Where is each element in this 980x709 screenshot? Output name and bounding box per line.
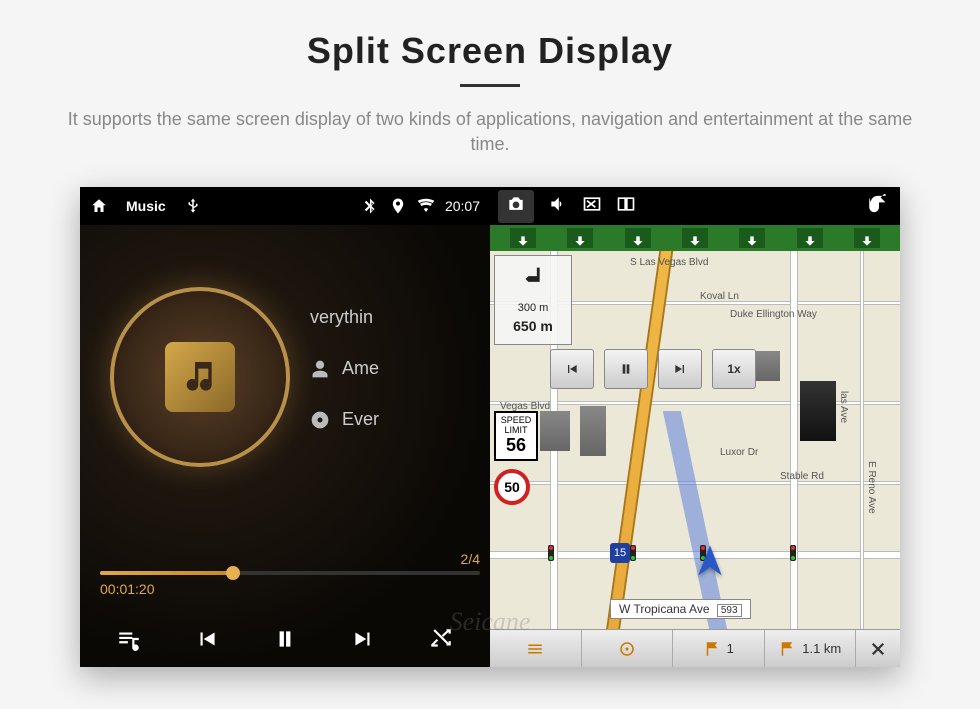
disc-icon: [310, 410, 330, 430]
status-bar-right: [490, 187, 900, 225]
nav-close-button[interactable]: [856, 630, 900, 667]
clock: 20:07: [445, 198, 480, 214]
shuffle-button[interactable]: [428, 626, 454, 657]
street-label: Duke Ellington Way: [730, 309, 817, 320]
page-subtitle: It supports the same screen display of t…: [0, 107, 980, 187]
overlay-speed-button[interactable]: 1x: [712, 349, 756, 389]
artist-row: Ame: [310, 358, 379, 379]
interstate-shield: 15: [610, 543, 630, 563]
nav-bottom-bar: 1 1.1 km: [490, 629, 900, 667]
lane-arrow: [510, 228, 536, 248]
progress-area: 2/4 00:01:20: [100, 571, 480, 597]
street-label: Koval Ln: [700, 291, 739, 302]
close-window-icon[interactable]: [582, 194, 602, 219]
app-label: Music: [126, 198, 166, 214]
camera-icon[interactable]: [498, 190, 534, 223]
usb-icon: [184, 197, 202, 215]
lane-guidance-band: [490, 225, 900, 251]
back-icon[interactable]: [866, 194, 892, 219]
prev-button[interactable]: [194, 626, 220, 657]
nav-distance-info[interactable]: 1.1 km: [765, 630, 857, 667]
track-index: 2/4: [461, 551, 480, 567]
turn-panel: 300 m 650 m: [494, 255, 572, 345]
music-note-icon: [165, 342, 235, 412]
playlist-button[interactable]: [116, 626, 142, 657]
current-road-label: W Tropicana Ave 593: [610, 599, 751, 619]
speed-sign: 50: [494, 469, 530, 505]
lane-arrow: [797, 228, 823, 248]
overlay-prev-button[interactable]: [550, 349, 594, 389]
seek-bar[interactable]: [100, 571, 480, 575]
seek-thumb[interactable]: [226, 566, 240, 580]
music-controls: [80, 626, 490, 657]
street-label: Stable Rd: [780, 471, 824, 482]
wifi-icon: [417, 197, 435, 215]
turn-distance-secondary: 300 m: [495, 302, 571, 314]
street-label: las Ave: [838, 391, 849, 423]
pause-button[interactable]: [272, 626, 298, 657]
status-bar-left: Music 20:07: [80, 187, 490, 225]
street-label: S Las Vegas Blvd: [630, 257, 708, 268]
album-name: Ever: [342, 409, 379, 430]
flag-icon: [778, 640, 796, 658]
album-art[interactable]: [110, 287, 290, 467]
flag-icon: [703, 640, 721, 658]
turn-distance-primary: 650 m: [495, 318, 571, 334]
location-icon: [389, 197, 407, 215]
music-pane: Music 20:07: [80, 187, 490, 667]
bluetooth-icon: [361, 197, 379, 215]
map-canvas[interactable]: S Las Vegas Blvd Koval Ln Duke Ellington…: [490, 251, 900, 667]
overlay-next-button[interactable]: [658, 349, 702, 389]
lane-arrow: [739, 228, 765, 248]
turn-left-icon: [517, 262, 551, 296]
nav-menu-button[interactable]: [490, 630, 582, 667]
next-button[interactable]: [350, 626, 376, 657]
speed-limit-value: 56: [496, 435, 536, 456]
volume-icon[interactable]: [548, 194, 568, 219]
page-title: Split Screen Display: [0, 30, 980, 72]
person-icon: [310, 359, 330, 379]
nav-route-info[interactable]: 1: [673, 630, 765, 667]
navigation-pane: S Las Vegas Blvd Koval Ln Duke Ellington…: [490, 187, 900, 667]
artist-name: Ame: [342, 358, 379, 379]
track-title-row: verythin: [310, 307, 379, 328]
lane-arrow: [567, 228, 593, 248]
lane-arrow: [854, 228, 880, 248]
current-position-icon: [690, 542, 730, 587]
nav-audio-button[interactable]: [582, 630, 674, 667]
speed-limit-sign: SPEED LIMIT 56: [494, 411, 538, 461]
device-frame: Music 20:07: [80, 187, 900, 667]
elapsed-time: 00:01:20: [100, 581, 155, 597]
map-media-overlay: 1x: [550, 349, 756, 389]
album-row: Ever: [310, 409, 379, 430]
overlay-pause-button[interactable]: [604, 349, 648, 389]
lane-arrow: [682, 228, 708, 248]
lane-arrow: [625, 228, 651, 248]
split-icon[interactable]: [616, 194, 636, 219]
street-label: E Reno Ave: [866, 461, 877, 514]
track-title: verythin: [310, 307, 373, 328]
street-label: Luxor Dr: [720, 447, 758, 458]
home-icon[interactable]: [90, 197, 108, 215]
title-underline: [460, 84, 520, 87]
